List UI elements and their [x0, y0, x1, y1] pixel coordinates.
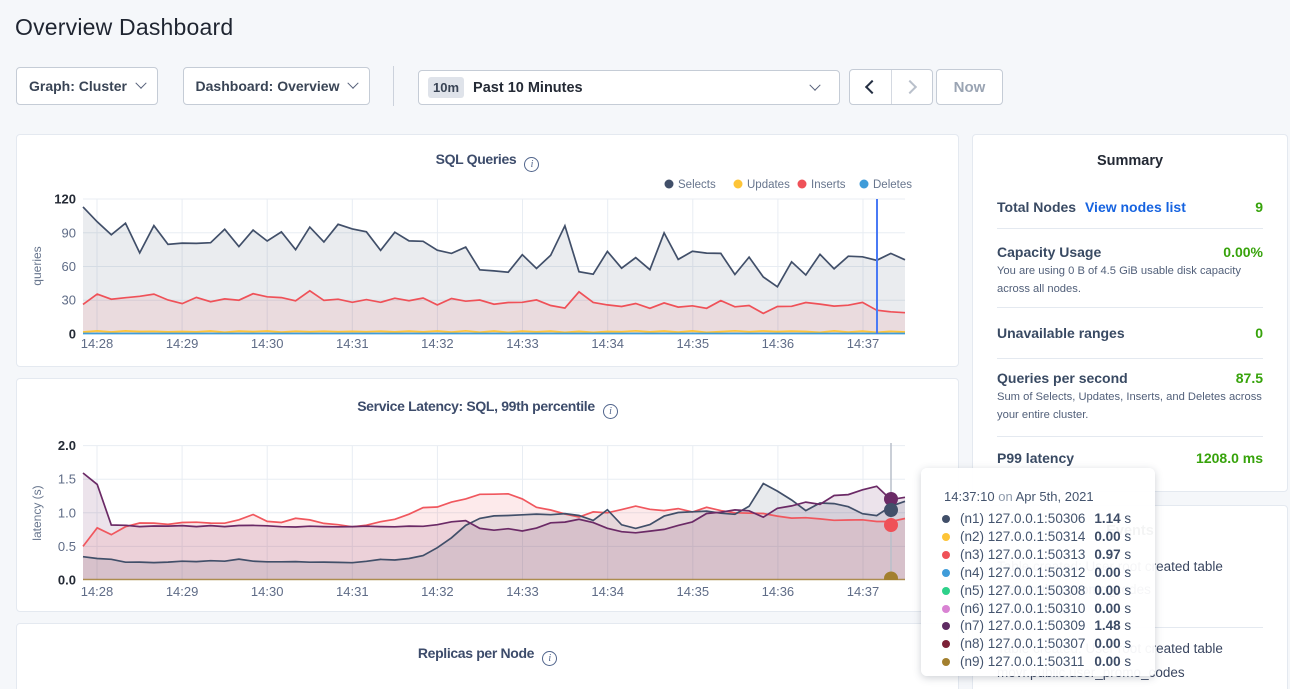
svg-text:90: 90	[62, 226, 76, 241]
svg-text:14:35: 14:35	[677, 336, 710, 351]
svg-text:14:36: 14:36	[762, 584, 795, 599]
svg-text:120: 120	[54, 192, 76, 207]
svg-text:1.0: 1.0	[58, 505, 76, 520]
svg-text:latency (s): latency (s)	[30, 485, 44, 540]
svg-text:14:30: 14:30	[251, 584, 284, 599]
svg-text:14:37: 14:37	[847, 584, 880, 599]
svg-text:14:35: 14:35	[677, 584, 710, 599]
svg-text:14:28: 14:28	[81, 336, 114, 351]
svg-text:14:32: 14:32	[421, 584, 454, 599]
svg-text:2.0: 2.0	[58, 438, 76, 453]
svg-text:14:36: 14:36	[762, 336, 795, 351]
svg-text:14:34: 14:34	[591, 336, 624, 351]
svg-text:queries: queries	[30, 246, 44, 285]
svg-text:14:29: 14:29	[166, 584, 199, 599]
svg-text:30: 30	[62, 293, 76, 308]
svg-text:14:37: 14:37	[847, 336, 880, 351]
svg-text:1.5: 1.5	[58, 472, 76, 487]
svg-text:14:29: 14:29	[166, 336, 199, 351]
svg-text:14:31: 14:31	[336, 584, 369, 599]
svg-text:14:28: 14:28	[81, 584, 114, 599]
svg-text:14:30: 14:30	[251, 336, 284, 351]
svg-text:Inserts: Inserts	[811, 179, 846, 191]
svg-text:14:31: 14:31	[336, 336, 369, 351]
svg-text:14:33: 14:33	[506, 584, 539, 599]
svg-text:Selects: Selects	[678, 179, 716, 191]
svg-text:0.0: 0.0	[58, 573, 76, 588]
svg-text:14:33: 14:33	[506, 336, 539, 351]
svg-text:14:32: 14:32	[421, 336, 454, 351]
svg-text:Deletes: Deletes	[873, 179, 912, 191]
svg-text:14:34: 14:34	[591, 584, 624, 599]
svg-text:0: 0	[69, 327, 76, 342]
svg-text:60: 60	[62, 259, 76, 274]
svg-text:Updates: Updates	[747, 179, 790, 191]
svg-text:0.5: 0.5	[58, 539, 76, 554]
